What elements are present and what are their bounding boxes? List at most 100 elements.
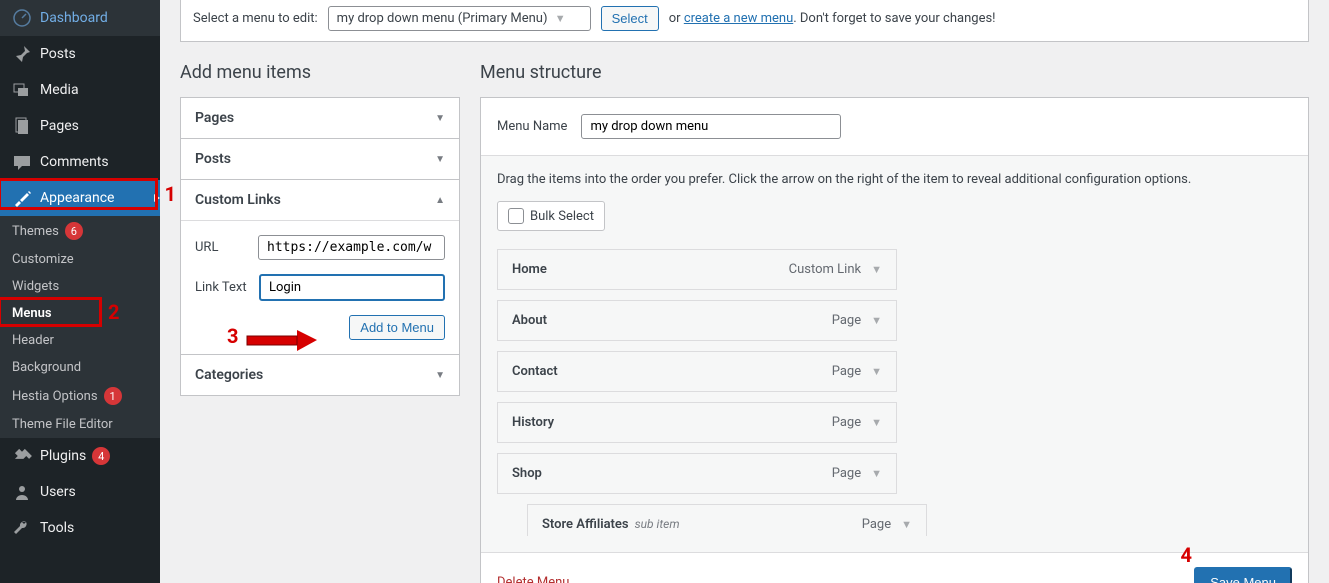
select-button[interactable]: Select (601, 6, 659, 31)
sub-item-customize[interactable]: Customize (0, 246, 160, 273)
sidebar-label: Posts (40, 46, 76, 62)
sidebar-label: Users (40, 484, 76, 500)
sub-label: Themes (12, 224, 59, 239)
menu-item-title: Home (512, 262, 547, 277)
menu-item-history[interactable]: History Page▼ (497, 402, 897, 443)
custom-links-toggle[interactable]: Custom Links ▲ (181, 180, 459, 220)
comments-icon (12, 152, 32, 172)
posts-accordion: Posts ▼ (180, 138, 460, 180)
sidebar-item-posts[interactable]: Posts (0, 36, 160, 72)
sub-label: Header (12, 333, 54, 348)
reminder-text: . Don't forget to save your changes! (793, 11, 995, 26)
chevron-down-icon[interactable]: ▼ (871, 416, 882, 429)
menu-name-input[interactable] (581, 114, 841, 139)
bulk-select-button[interactable]: Bulk Select (497, 201, 605, 231)
sidebar-label: Tools (40, 520, 74, 536)
categories-accordion: Categories ▼ (180, 354, 460, 396)
pages-icon (12, 116, 32, 136)
sub-item-header[interactable]: Header (0, 327, 160, 354)
caret-down-icon: ▼ (435, 370, 445, 381)
or-text: or (669, 11, 681, 26)
sidebar-item-media[interactable]: Media (0, 72, 160, 108)
main-content: Select a menu to edit: my drop down menu… (160, 0, 1329, 583)
update-badge: 6 (65, 222, 83, 240)
posts-toggle[interactable]: Posts ▼ (181, 139, 459, 179)
sub-item-theme-editor[interactable]: Theme File Editor (0, 411, 160, 438)
sub-item-label: sub item (635, 517, 680, 531)
menu-item-about[interactable]: About Page ▼ (497, 300, 897, 341)
menu-item-type: Page (832, 364, 861, 379)
chevron-down-icon[interactable]: ▼ (871, 314, 882, 327)
caret-down-icon: ▼ (435, 154, 445, 165)
menu-structure-panel: Menu structure Menu Name Drag the items … (480, 62, 1309, 583)
sidebar-label: Comments (40, 154, 109, 170)
save-menu-button[interactable]: Save Menu (1194, 567, 1292, 583)
sub-item-hestia[interactable]: Hestia Options 1 (0, 381, 160, 411)
select-label: Select a menu to edit: (193, 11, 318, 26)
sub-label: Widgets (12, 279, 59, 294)
appearance-submenu: Themes 6 Customize Widgets Menus 2 Heade… (0, 216, 160, 438)
sub-item-themes[interactable]: Themes 6 (0, 216, 160, 246)
chevron-down-icon[interactable]: ▼ (871, 467, 882, 480)
menu-item-title: Contact (512, 364, 558, 379)
bulk-label: Bulk Select (530, 209, 594, 224)
sidebar-item-tools[interactable]: Tools (0, 510, 160, 546)
chevron-down-icon[interactable]: ▼ (871, 263, 882, 276)
menu-item-type: Page (832, 466, 861, 481)
menu-dropdown[interactable]: my drop down menu (Primary Menu) ▼ (328, 6, 591, 31)
pages-toggle[interactable]: Pages ▼ (181, 98, 459, 138)
chevron-down-icon: ▼ (555, 12, 566, 25)
add-menu-items-panel: Add menu items Pages ▼ Posts ▼ (180, 62, 460, 583)
menu-item-title: About (512, 313, 547, 328)
pages-accordion: Pages ▼ (180, 97, 460, 139)
chevron-down-icon[interactable]: ▼ (901, 518, 912, 531)
structure-heading: Menu structure (480, 62, 1309, 83)
menu-item-affiliates[interactable]: Store Affiliatessub item Page▼ (527, 504, 927, 536)
add-to-menu-button[interactable]: Add to Menu (349, 315, 445, 340)
sub-item-background[interactable]: Background (0, 354, 160, 381)
pin-icon (12, 44, 32, 64)
sidebar-label: Media (40, 82, 79, 98)
acc-title: Pages (195, 110, 234, 126)
add-items-heading: Add menu items (180, 62, 460, 83)
sub-label: Hestia Options (12, 389, 98, 404)
sidebar-item-plugins[interactable]: Plugins 4 (0, 438, 160, 474)
acc-title: Custom Links (195, 192, 281, 208)
url-input[interactable] (258, 235, 445, 260)
sidebar-item-dashboard[interactable]: Dashboard (0, 0, 160, 36)
menu-item-type: Custom Link (789, 262, 861, 277)
sub-item-widgets[interactable]: Widgets (0, 273, 160, 300)
sidebar-item-pages[interactable]: Pages (0, 108, 160, 144)
linktext-input[interactable] (259, 274, 445, 301)
annotation-arrow (245, 330, 321, 352)
media-icon (12, 80, 32, 100)
drag-hint: Drag the items into the order you prefer… (497, 172, 1292, 187)
sub-item-menus[interactable]: Menus (0, 300, 160, 327)
categories-toggle[interactable]: Categories ▼ (181, 355, 459, 395)
menu-item-shop[interactable]: Shop Page ▼ (497, 453, 897, 494)
sidebar-item-users[interactable]: Users (0, 474, 160, 510)
plugins-icon (12, 446, 32, 466)
acc-title: Categories (195, 367, 263, 383)
create-menu-link[interactable]: create a new menu (684, 11, 793, 26)
menu-item-type: Page (832, 313, 861, 328)
sidebar-label: Appearance (40, 190, 114, 206)
delete-menu-link[interactable]: Delete Menu (497, 575, 569, 583)
menu-item-type: Page (862, 517, 891, 532)
url-label: URL (195, 240, 248, 255)
sidebar-item-comments[interactable]: Comments (0, 144, 160, 180)
menu-item-home[interactable]: Home Custom Link ▼ (497, 249, 897, 290)
sidebar-item-appearance[interactable]: Appearance (0, 180, 160, 216)
menu-item-title: History (512, 415, 554, 430)
menu-item-contact[interactable]: Contact Page ▼ (497, 351, 897, 392)
chevron-down-icon[interactable]: ▼ (871, 365, 882, 378)
tools-icon (12, 518, 32, 538)
sub-label: Customize (12, 252, 74, 267)
sub-label: Theme File Editor (12, 417, 113, 432)
update-badge: 1 (104, 387, 122, 405)
acc-title: Posts (195, 151, 231, 167)
menu-item-title: Shop (512, 466, 542, 481)
dashboard-icon (12, 8, 32, 28)
sidebar-label: Dashboard (40, 10, 108, 26)
sub-label: Menus (12, 306, 52, 321)
